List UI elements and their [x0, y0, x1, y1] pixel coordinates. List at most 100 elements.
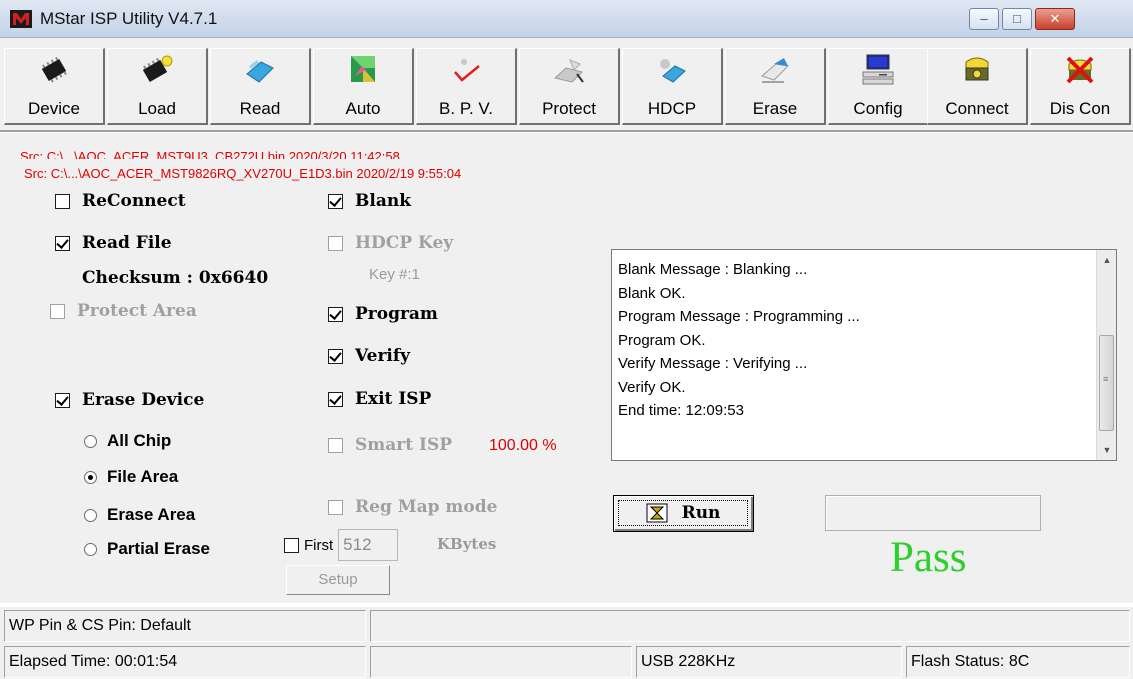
radio-file-area[interactable]: File Area — [84, 467, 178, 487]
radio-partial-erase[interactable]: Partial Erase — [84, 539, 210, 559]
first-label: First — [304, 536, 334, 554]
protect-area-checkbox[interactable]: Protect Area — [50, 301, 197, 321]
first-kbytes-row: First 512 — [284, 529, 399, 561]
radio-erase-area-dot[interactable] — [84, 508, 97, 522]
setup-button[interactable]: Setup — [286, 565, 390, 595]
exit-isp-label: Exit ISP — [355, 389, 432, 409]
hdcp-key-label: HDCP Key — [355, 233, 454, 253]
title-bar[interactable]: MStar ISP Utility V4.7.1 – □ ✕ — [0, 0, 1133, 38]
load-button-label: Load — [138, 99, 176, 118]
source-file-line-2: Src: C:\...\AOC_ACER_MST9826RQ_XV270U_E1… — [24, 166, 462, 181]
radio-all-chip[interactable]: All Chip — [84, 431, 171, 451]
hdcp-button-label: HDCP — [647, 99, 697, 118]
device-button-label: Device — [28, 99, 80, 118]
eraser-icon — [761, 58, 790, 83]
smart-isp-label: Smart ISP — [355, 435, 453, 455]
hdcp-key-checkbox[interactable]: HDCP Key — [328, 233, 453, 253]
erase-button[interactable]: Erase — [725, 48, 826, 125]
device-button[interactable]: Device — [4, 48, 105, 125]
bpv-button[interactable]: B. P. V. — [416, 48, 517, 125]
program-checkbox[interactable]: Program — [328, 304, 438, 324]
radio-partial-erase-label: Partial Erase — [107, 539, 211, 558]
status-cell-blank — [370, 646, 632, 678]
reconnect-label: ReConnect — [82, 191, 186, 211]
computer-icon — [862, 54, 894, 85]
erase-button-label: Erase — [752, 99, 798, 118]
auto-button-label: Auto — [345, 99, 381, 118]
status-bar-1: WP Pin & CS Pin: Default — [0, 607, 1133, 643]
config-button-label: Config — [853, 99, 903, 118]
hdcp-button[interactable]: HDCP — [622, 48, 723, 125]
radio-all-chip-dot[interactable] — [84, 434, 97, 448]
verify-checkbox[interactable]: Verify — [328, 346, 410, 366]
log-line: Program Message : Programming ... — [618, 308, 860, 325]
log-line: Verify OK. — [618, 378, 686, 396]
connect-button-label: Connect — [945, 99, 1009, 118]
first-box[interactable] — [284, 537, 299, 553]
load-button[interactable]: Load — [107, 48, 208, 125]
disconnect-icon — [1066, 56, 1094, 84]
main-panel: Src: C:\...\AOC_ACER_MST9U3_CB272U.bin 2… — [0, 133, 1133, 603]
maximize-button[interactable]: □ — [1002, 8, 1032, 30]
radio-file-area-label: File Area — [107, 467, 179, 486]
read-file-checkbox[interactable]: Read File — [55, 233, 172, 253]
scroll-down-arrow-icon[interactable]: ▼ — [1097, 440, 1117, 460]
protect-area-box[interactable] — [50, 303, 65, 319]
elapsed-time-status: Elapsed Time: 00:01:54 — [4, 646, 366, 678]
close-button[interactable]: ✕ — [1035, 8, 1075, 30]
connect-icon — [965, 57, 989, 81]
source-file-line-1: Src: C:\...\AOC_ACER_MST9U3_CB272U.bin 2… — [20, 149, 400, 159]
verify-label: Verify — [355, 346, 411, 366]
wp-cs-pin-status: WP Pin & CS Pin: Default — [4, 610, 366, 642]
reg-map-mode-label: Reg Map mode — [355, 497, 498, 517]
result-text: Pass — [890, 534, 967, 581]
erase-device-box[interactable] — [55, 392, 70, 408]
smart-isp-checkbox[interactable]: Smart ISP — [328, 435, 452, 455]
smart-isp-box[interactable] — [328, 437, 343, 453]
log-scrollbar[interactable]: ▲ ≡ ▼ — [1096, 250, 1116, 460]
scroll-thumb[interactable]: ≡ — [1099, 335, 1114, 431]
exit-isp-checkbox[interactable]: Exit ISP — [328, 389, 431, 409]
message-log[interactable]: Blank Message : Blanking ... Blank OK. P… — [611, 249, 1117, 461]
auto-button[interactable]: Auto — [313, 48, 414, 125]
protect-button-label: Protect — [542, 99, 596, 118]
read-file-box[interactable] — [55, 235, 70, 251]
bpv-button-label: B. P. V. — [439, 99, 493, 118]
radio-file-area-dot[interactable] — [84, 470, 97, 484]
radio-erase-area[interactable]: Erase Area — [84, 505, 195, 525]
reg-map-mode-checkbox[interactable]: Reg Map mode — [328, 497, 497, 517]
run-button-label: Run — [681, 503, 721, 523]
verify-box[interactable] — [328, 348, 343, 364]
minimize-button[interactable]: – — [969, 8, 999, 30]
blank-checkbox[interactable]: Blank — [328, 191, 411, 211]
erase-device-checkbox[interactable]: Erase Device — [55, 390, 204, 410]
run-button[interactable]: Run — [613, 495, 754, 532]
radio-partial-erase-dot[interactable] — [84, 542, 97, 556]
connect-button[interactable]: Connect — [927, 48, 1028, 125]
reconnect-checkbox[interactable]: ReConnect — [55, 191, 186, 211]
disconnect-button[interactable]: Dis Con — [1030, 48, 1131, 125]
reconnect-box[interactable] — [55, 193, 70, 209]
first-kbytes-input[interactable]: 512 — [338, 529, 399, 561]
hdcp-icon — [660, 59, 686, 83]
program-label: Program — [355, 304, 438, 324]
hdcp-key-box[interactable] — [328, 235, 343, 251]
program-box[interactable] — [328, 306, 343, 322]
protect-button[interactable]: Protect — [519, 48, 620, 125]
config-button[interactable]: Config — [828, 48, 929, 125]
read-button[interactable]: Read — [210, 48, 311, 125]
toolbar: Device Load Read Auto B. P. V. Protect H… — [0, 38, 1133, 132]
kbytes-label: KBytes — [437, 535, 497, 553]
protect-area-label: Protect Area — [77, 301, 197, 321]
scroll-up-arrow-icon[interactable]: ▲ — [1097, 250, 1117, 270]
read-icon — [246, 60, 274, 83]
window-title: MStar ISP Utility V4.7.1 — [40, 9, 218, 28]
exit-isp-box[interactable] — [328, 391, 343, 407]
blank-box[interactable] — [328, 193, 343, 209]
app-logo-icon — [10, 10, 32, 28]
reg-map-mode-box[interactable] — [328, 499, 343, 515]
chip-icon — [41, 56, 67, 83]
log-line: Blank OK. — [618, 284, 686, 302]
message-log-lines: Blank Message : Blanking ... Blank OK. P… — [618, 258, 860, 423]
chip-load-icon — [142, 55, 173, 83]
